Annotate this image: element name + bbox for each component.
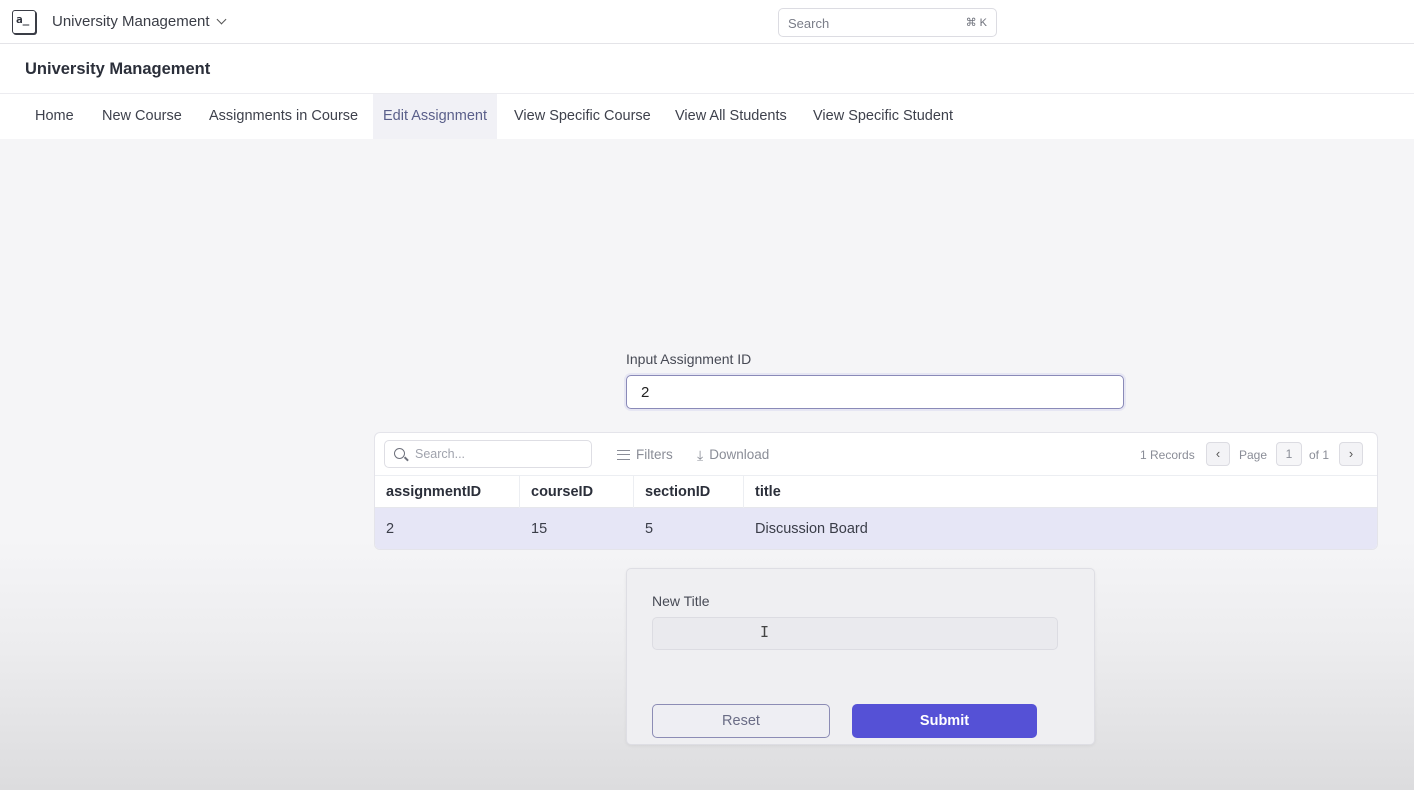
table-row[interactable]: 2 15 5 Discussion Board bbox=[375, 508, 1377, 549]
filters-button[interactable]: Filters bbox=[617, 447, 673, 462]
page-header: University Management bbox=[0, 44, 1414, 94]
app-name: University Management bbox=[52, 13, 210, 30]
cell-title: Discussion Board bbox=[755, 521, 868, 537]
filter-icon bbox=[617, 449, 630, 460]
tab-view-specific-course[interactable]: View Specific Course bbox=[504, 94, 661, 139]
records-count: 1 Records bbox=[1140, 448, 1195, 462]
next-page-button[interactable]: › bbox=[1339, 442, 1363, 466]
prev-page-button[interactable]: ‹ bbox=[1206, 442, 1230, 466]
chevron-down-icon bbox=[216, 14, 227, 25]
app-switcher[interactable]: University Management bbox=[52, 13, 227, 30]
table-header: assignmentID courseID sectionID title bbox=[375, 475, 1377, 509]
tab-view-specific-student[interactable]: View Specific Student bbox=[803, 94, 963, 139]
new-title-label: New Title bbox=[652, 593, 710, 609]
page-label: Page bbox=[1239, 448, 1268, 462]
edit-assignment-form: New Title I Reset Submit bbox=[626, 568, 1095, 745]
tab-assignments-in-course[interactable]: Assignments in Course bbox=[199, 94, 368, 139]
assignment-id-input[interactable] bbox=[626, 375, 1124, 409]
filters-label: Filters bbox=[636, 447, 673, 462]
table-search-placeholder: Search... bbox=[415, 447, 466, 461]
column-header-courseid[interactable]: courseID bbox=[520, 476, 634, 509]
text-cursor-icon: I bbox=[760, 623, 770, 641]
tab-new-course[interactable]: New Course bbox=[92, 94, 192, 139]
app-logo-icon[interactable]: a_ bbox=[12, 10, 36, 34]
page-total: of 1 bbox=[1309, 448, 1330, 462]
page-title: University Management bbox=[25, 60, 211, 78]
new-title-input[interactable] bbox=[652, 617, 1058, 650]
top-bar: a_ University Management Search ⌘ K bbox=[0, 0, 1414, 44]
page-number-input[interactable]: 1 bbox=[1276, 442, 1302, 466]
submit-button[interactable]: Submit bbox=[852, 704, 1037, 738]
tab-bar: Home New Course Assignments in Course Ed… bbox=[0, 94, 1414, 139]
cell-sectionid: 5 bbox=[645, 521, 654, 537]
column-header-sectionid[interactable]: sectionID bbox=[634, 476, 744, 509]
tab-view-all-students[interactable]: View All Students bbox=[665, 94, 797, 139]
search-icon bbox=[394, 448, 405, 459]
search-shortcut: ⌘ K bbox=[965, 17, 987, 29]
table-search-input[interactable]: Search... bbox=[384, 440, 592, 468]
tab-edit-assignment[interactable]: Edit Assignment bbox=[373, 94, 497, 139]
global-search-placeholder: Search bbox=[788, 16, 830, 31]
download-button[interactable]: ⤓ Download bbox=[697, 447, 769, 462]
cell-assignmentid: 2 bbox=[386, 521, 395, 537]
column-header-assignmentid[interactable]: assignmentID bbox=[375, 476, 520, 509]
global-search-input[interactable]: Search ⌘ K bbox=[778, 8, 997, 37]
download-icon: ⤓ bbox=[697, 446, 704, 463]
cell-courseid: 15 bbox=[531, 521, 548, 537]
assignments-table: Search... Filters ⤓ Download 1 Records ‹… bbox=[374, 432, 1378, 550]
column-header-title[interactable]: title bbox=[744, 476, 1377, 509]
tab-home[interactable]: Home bbox=[25, 94, 84, 139]
reset-button[interactable]: Reset bbox=[652, 704, 830, 738]
assignment-id-label: Input Assignment ID bbox=[626, 351, 752, 367]
download-label: Download bbox=[709, 447, 770, 462]
